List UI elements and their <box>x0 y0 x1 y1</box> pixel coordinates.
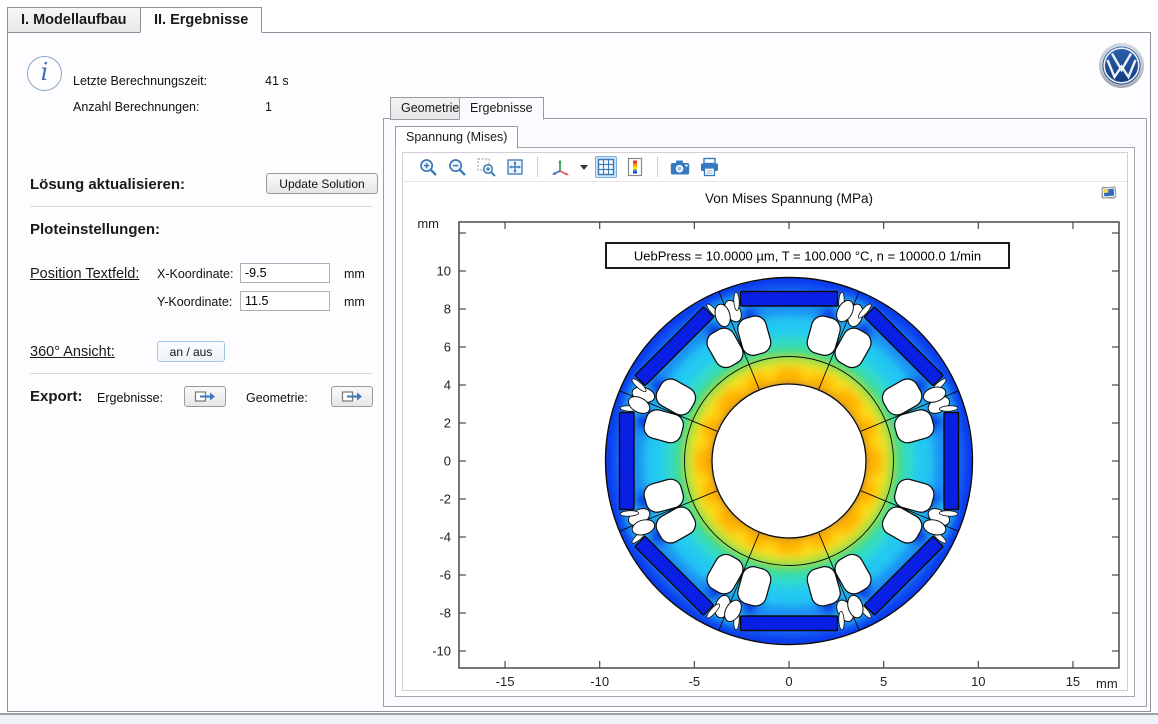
svg-text:5: 5 <box>880 674 887 689</box>
computation-count-label: Anzahl Berechnungen: <box>73 100 199 114</box>
tab-ergebnisse-plot[interactable]: Ergebnisse <box>459 97 544 120</box>
svg-text:-5: -5 <box>689 674 701 689</box>
plot-title: Von Mises Spannung (MPa) <box>705 191 873 206</box>
update-solution-label: Lösung aktualisieren: <box>30 176 185 193</box>
svg-text:0: 0 <box>785 674 792 689</box>
grid-icon[interactable] <box>595 156 617 178</box>
svg-text:10: 10 <box>971 674 985 689</box>
x-coordinate-unit: mm <box>344 267 365 281</box>
last-computation-label: Letzte Berechnungszeit: <box>73 74 207 88</box>
y-coordinate-input[interactable] <box>240 291 330 311</box>
svg-text:6: 6 <box>444 340 451 355</box>
export-geometry-label: Geometrie: <box>246 391 308 405</box>
svg-text:-15: -15 <box>496 674 515 689</box>
x-coordinate-label: X-Koordinate: <box>157 267 233 281</box>
position-textfield-label: Position Textfeld: <box>30 266 139 282</box>
svg-text:-8: -8 <box>439 606 451 621</box>
update-solution-button[interactable]: Update Solution <box>266 173 378 194</box>
x-coordinate-input[interactable] <box>240 263 330 283</box>
go-to-default-view-icon[interactable] <box>549 156 571 178</box>
rotor-stress-plot <box>606 278 973 645</box>
tab-spannung-mises[interactable]: Spannung (Mises) <box>395 126 518 149</box>
app-window: I. Modellaufbau II. Ergebnisse i Letzte … <box>0 0 1158 724</box>
divider <box>30 206 372 207</box>
vw-logo <box>1098 42 1145 89</box>
svg-text:-2: -2 <box>439 492 451 507</box>
svg-text:-10: -10 <box>590 674 609 689</box>
y-axis-unit: mm <box>417 216 439 231</box>
divider <box>30 373 372 374</box>
zoom-extents-icon[interactable] <box>504 156 526 178</box>
tab-ergebnisse[interactable]: II. Ergebnisse <box>140 7 262 33</box>
export-geometry-button[interactable] <box>331 386 373 407</box>
color-legend-icon[interactable] <box>624 156 646 178</box>
graphics-widget: -15 -10 -5 0 5 10 15 10 8 6 4 2 0 -2 -4 -6 -8 -10 Von Mis… <box>402 152 1128 691</box>
computation-count-value: 1 <box>265 100 272 114</box>
svg-text:15: 15 <box>1066 674 1080 689</box>
last-computation-value: 41 s <box>265 74 289 88</box>
export-results-label: Ergebnisse: <box>97 391 163 405</box>
export-results-button[interactable] <box>184 386 226 407</box>
zoom-in-icon[interactable] <box>417 156 439 178</box>
plot-settings-heading: Ploteinstellungen: <box>30 221 160 238</box>
svg-text:-4: -4 <box>439 530 451 545</box>
export-heading: Export: <box>30 388 83 405</box>
plot-canvas[interactable]: -15 -10 -5 0 5 10 15 10 8 6 4 2 0 -2 -4 -6 -8 -10 Von Mis… <box>403 182 1127 691</box>
annotation-text: UebPress = 10.0000 µm, T = 100.000 °C, n… <box>634 249 981 264</box>
view-360-label: 360° Ansicht: <box>30 344 115 360</box>
svg-text:10: 10 <box>437 264 451 279</box>
export-icon <box>341 390 363 403</box>
plot-group-icon[interactable] <box>1100 185 1118 201</box>
x-axis-unit: mm <box>1096 676 1118 691</box>
info-icon: i <box>27 56 62 91</box>
svg-text:0: 0 <box>444 454 451 469</box>
toolbar-separator <box>657 157 658 177</box>
svg-text:-10: -10 <box>432 644 451 659</box>
y-coordinate-label: Y-Koordinate: <box>157 295 232 309</box>
y-coordinate-unit: mm <box>344 295 365 309</box>
toolbar-separator <box>537 157 538 177</box>
window-bottom-edge <box>0 713 1158 724</box>
graphics-toolbar <box>403 153 1127 182</box>
export-icon <box>194 390 216 403</box>
svg-text:8: 8 <box>444 302 451 317</box>
view-360-toggle-button[interactable]: an / aus <box>157 341 225 362</box>
tab-modellaufbau[interactable]: I. Modellaufbau <box>7 7 141 33</box>
view-dropdown-caret[interactable] <box>580 165 588 170</box>
snapshot-camera-icon[interactable] <box>669 156 691 178</box>
svg-text:4: 4 <box>444 378 451 393</box>
zoom-box-icon[interactable] <box>475 156 497 178</box>
zoom-out-icon[interactable] <box>446 156 468 178</box>
svg-text:2: 2 <box>444 416 451 431</box>
svg-text:-6: -6 <box>439 568 451 583</box>
print-icon[interactable] <box>698 156 720 178</box>
